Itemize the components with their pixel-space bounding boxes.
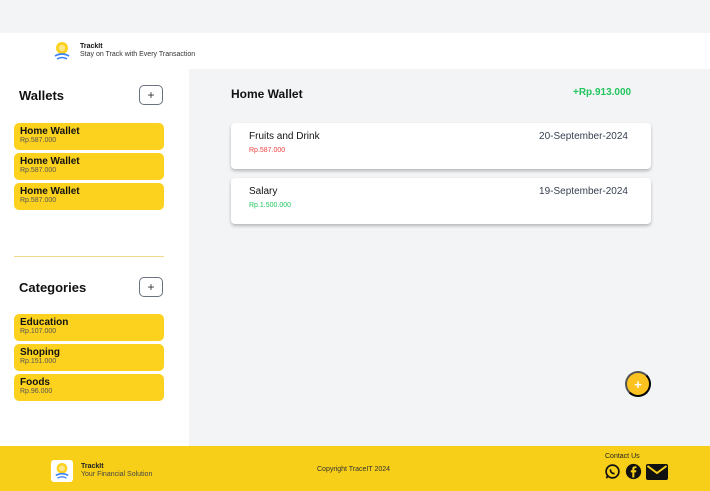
contact-label: Contact Us [605,453,640,460]
wallet-name: Home Wallet [20,126,80,137]
transaction-amount: Rp.587.000 [249,147,286,154]
transaction-date: 19-September-2024 [539,186,628,197]
categories-title: Categories [19,280,87,295]
footer-logo [51,460,73,482]
add-wallet-button[interactable]: + [139,85,163,105]
category-name: Shoping [20,347,60,358]
add-transaction-button[interactable]: + [625,371,651,397]
transaction-name: Salary [249,186,278,197]
wallet-title: Home Wallet [231,87,303,101]
trackit-logo-icon [55,463,69,479]
sidebar-divider [14,256,164,257]
footer-brand[interactable]: TrackIt Your Financial Solution [51,460,152,482]
social-links [604,463,668,480]
wallets-title: Wallets [19,88,65,103]
wallet-balance: +Rp.913.000 [573,87,632,98]
wallet-amount: Rp.587.000 [20,167,57,174]
add-category-button[interactable]: + [139,277,163,297]
app-tagline: Stay on Track with Every Transaction [80,51,196,58]
app-header: TrackIt Stay on Track with Every Transac… [0,33,710,69]
sidebar: Wallets + Home Wallet Rp.587.000 Home Wa… [0,69,189,446]
category-item[interactable]: Foods Rp.96.000 [14,374,164,401]
app-name: TrackIt [80,42,103,50]
transaction-amount: Rp.1.500.000 [249,202,292,209]
transaction-name: Fruits and Drink [249,131,320,142]
copyright-text: Copyright TraceIT 2024 [317,466,391,473]
category-item[interactable]: Shoping Rp.151.000 [14,344,164,371]
footer-app-name: TrackIt [81,462,104,470]
top-strip [0,0,710,33]
category-amount: Rp.151.000 [20,358,57,365]
wallet-item[interactable]: Home Wallet Rp.587.000 [14,183,164,210]
facebook-icon[interactable] [625,463,642,480]
transaction-card[interactable]: Fruits and Drink Rp.587.000 20-September… [231,123,651,169]
brand[interactable]: TrackIt Stay on Track with Every Transac… [53,41,195,61]
category-amount: Rp.107.000 [20,328,57,335]
category-item[interactable]: Education Rp.107.000 [14,314,164,341]
transaction-date: 20-September-2024 [539,131,628,142]
wallet-amount: Rp.587.000 [20,197,57,204]
wallet-item[interactable]: Home Wallet Rp.587.000 [14,153,164,180]
wallet-item[interactable]: Home Wallet Rp.587.000 [14,123,164,150]
category-name: Education [20,317,69,328]
wallet-amount: Rp.587.000 [20,137,57,144]
category-amount: Rp.96.000 [20,388,53,395]
mail-icon[interactable] [646,463,668,480]
footer-tagline: Your Financial Solution [81,471,153,478]
category-name: Foods [20,377,50,388]
trackit-logo-icon [54,42,70,60]
transaction-card[interactable]: Salary Rp.1.500.000 19-September-2024 [231,178,651,224]
wallet-name: Home Wallet [20,186,80,197]
wallet-name: Home Wallet [20,156,80,167]
whatsapp-icon[interactable] [604,463,621,480]
